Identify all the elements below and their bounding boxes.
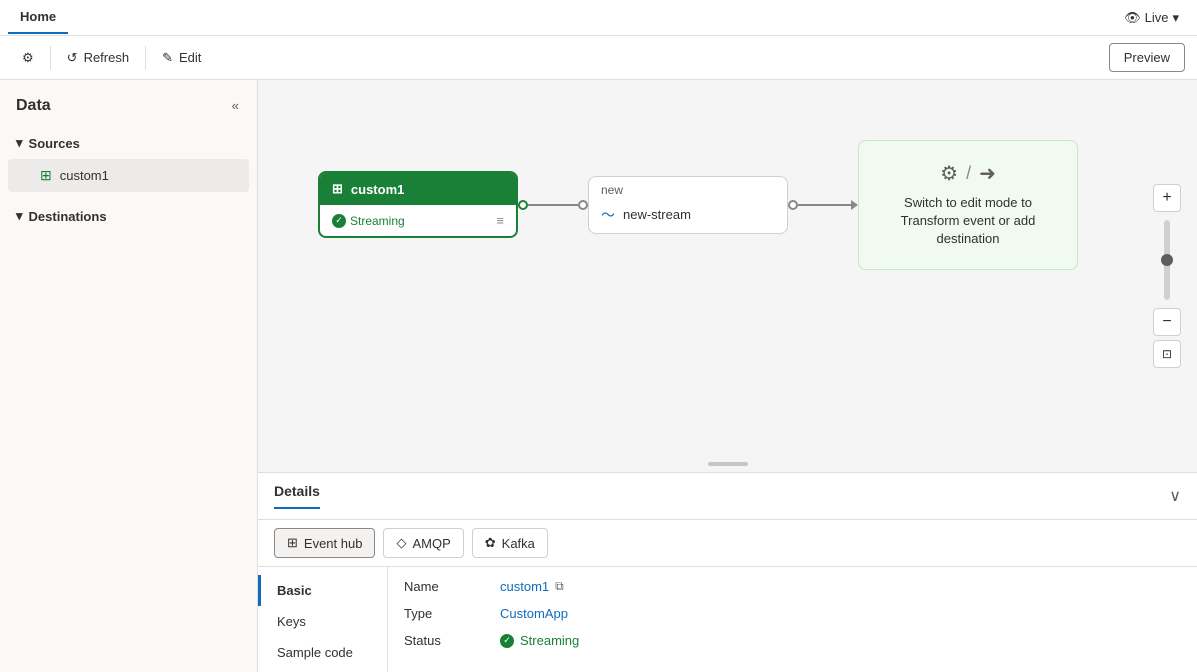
- dest-icons: ⚙ / ➜: [940, 161, 996, 186]
- edit-button[interactable]: ✎ Edit: [152, 44, 211, 72]
- live-button[interactable]: 👁 Live ▾: [1114, 6, 1189, 30]
- drag-handle[interactable]: [708, 462, 748, 466]
- gear-icon: ⚙: [22, 50, 34, 66]
- tab-amqp[interactable]: ◇ AMQP: [383, 528, 463, 558]
- nav-item-keys[interactable]: Keys: [258, 606, 387, 637]
- preview-button[interactable]: Preview: [1109, 43, 1185, 72]
- details-header: Details ∨: [258, 473, 1197, 520]
- zoom-fit-button[interactable]: ⊡: [1153, 340, 1181, 368]
- arrow-icon: [851, 200, 858, 210]
- connector-dot-1: [518, 200, 528, 210]
- refresh-icon: ↺: [67, 50, 78, 66]
- details-fields: Name custom1 ⧉ Type CustomApp Status: [388, 567, 1197, 672]
- refresh-button[interactable]: ↺ Refresh: [57, 44, 139, 72]
- details-title: Details: [274, 483, 320, 509]
- chevron-down-icon: ▾: [16, 135, 23, 151]
- source-node-header: ⊞ custom1: [320, 173, 516, 205]
- streaming-check-icon: ✓: [332, 214, 346, 228]
- fit-icon: ⊡: [1162, 347, 1172, 361]
- toolbar-separator-2: [145, 46, 146, 70]
- top-bar: Home 👁 Live ▾: [0, 0, 1197, 36]
- chevron-down-icon: ▾: [1172, 10, 1179, 26]
- slash-sep: /: [966, 163, 971, 184]
- source-node-menu-icon: ≡: [496, 213, 504, 228]
- zoom-handle[interactable]: [1161, 254, 1173, 266]
- main-layout: Data « ▾ Sources ⊞ custom1 ▾ Destination…: [0, 80, 1197, 672]
- event-hub-icon: ⊞: [287, 535, 298, 551]
- tab-event-hub[interactable]: ⊞ Event hub: [274, 528, 375, 558]
- eye-icon: 👁: [1124, 10, 1141, 26]
- details-content: Basic Keys Sample code Name custom1 ⧉: [258, 567, 1197, 672]
- stream-node-inner: 〜 new-stream: [589, 199, 787, 233]
- nav-item-sample-code[interactable]: Sample code: [258, 637, 387, 668]
- field-value-name: custom1 ⧉: [500, 579, 564, 594]
- field-value-status: ✓ Streaming: [500, 633, 579, 648]
- connector-2: [788, 200, 858, 210]
- dest-text: Switch to edit mode to Transform event o…: [875, 194, 1061, 249]
- source-node[interactable]: ⊞ custom1 ✓ Streaming ≡: [318, 171, 518, 238]
- source-node-icon: ⊞: [332, 181, 343, 197]
- field-row-status: Status ✓ Streaming: [404, 629, 1181, 652]
- canvas-main: ⊞ custom1 ✓ Streaming ≡: [258, 80, 1197, 472]
- zoom-slider[interactable]: [1164, 220, 1170, 300]
- gear-button[interactable]: ⚙: [12, 44, 44, 72]
- field-value-type: CustomApp: [500, 606, 568, 621]
- field-label-type: Type: [404, 606, 484, 621]
- connector-dot-3: [788, 200, 798, 210]
- canvas-area: ⊞ custom1 ✓ Streaming ≡: [258, 80, 1197, 672]
- field-label-status: Status: [404, 633, 484, 648]
- sidebar-item-custom1[interactable]: ⊞ custom1: [8, 159, 249, 192]
- destinations-section-header[interactable]: ▾ Destinations: [0, 200, 257, 232]
- nav-item-basic[interactable]: Basic: [258, 575, 387, 606]
- sidebar-title: Data: [16, 97, 51, 115]
- field-label-name: Name: [404, 579, 484, 594]
- flow-container: ⊞ custom1 ✓ Streaming ≡: [318, 140, 1078, 270]
- stream-icon: 〜: [601, 205, 615, 225]
- details-nav: Basic Keys Sample code: [258, 567, 388, 672]
- sources-section-header[interactable]: ▾ Sources: [0, 127, 257, 159]
- dest-node[interactable]: ⚙ / ➜ Switch to edit mode to Transform e…: [858, 140, 1078, 270]
- details-tabs: ⊞ Event hub ◇ AMQP ✿ Kafka: [258, 520, 1197, 567]
- kafka-icon: ✿: [485, 535, 496, 551]
- field-row-name: Name custom1 ⧉: [404, 575, 1181, 598]
- connector-1: [518, 200, 588, 210]
- zoom-out-button[interactable]: −: [1153, 308, 1181, 336]
- stream-node[interactable]: new 〜 new-stream: [588, 176, 788, 234]
- chevron-down-icon-dest: ▾: [16, 208, 23, 224]
- sources-section: ▾ Sources ⊞ custom1: [0, 123, 257, 196]
- settings-icon: ⚙: [940, 161, 958, 186]
- details-collapse-button[interactable]: ∨: [1169, 486, 1181, 506]
- destinations-section: ▾ Destinations: [0, 196, 257, 236]
- edit-icon: ✎: [162, 50, 173, 66]
- toolbar: ⚙ ↺ Refresh ✎ Edit Preview: [0, 36, 1197, 80]
- zoom-in-button[interactable]: +: [1153, 184, 1181, 212]
- connector-dot-2: [578, 200, 588, 210]
- zoom-controls: + − ⊡: [1153, 184, 1181, 368]
- connector-line-1: [528, 204, 578, 206]
- streaming-badge: ✓ Streaming: [332, 214, 405, 228]
- tab-kafka[interactable]: ✿ Kafka: [472, 528, 548, 558]
- status-check-icon: ✓: [500, 634, 514, 648]
- source-icon: ⊞: [40, 167, 52, 184]
- tab-home[interactable]: Home: [8, 1, 68, 34]
- toolbar-separator: [50, 46, 51, 70]
- sidebar-header: Data «: [0, 80, 257, 123]
- amqp-icon: ◇: [396, 535, 406, 551]
- sidebar: Data « ▾ Sources ⊞ custom1 ▾ Destination…: [0, 80, 258, 672]
- copy-icon[interactable]: ⧉: [555, 579, 564, 594]
- details-panel: Details ∨ ⊞ Event hub ◇ AMQP ✿ Kafka: [258, 472, 1197, 672]
- sidebar-collapse-button[interactable]: «: [230, 96, 241, 115]
- export-icon: ➜: [979, 161, 996, 186]
- connector-line-2: [798, 204, 851, 206]
- source-node-body: ✓ Streaming ≡: [320, 205, 516, 236]
- field-row-type: Type CustomApp: [404, 602, 1181, 625]
